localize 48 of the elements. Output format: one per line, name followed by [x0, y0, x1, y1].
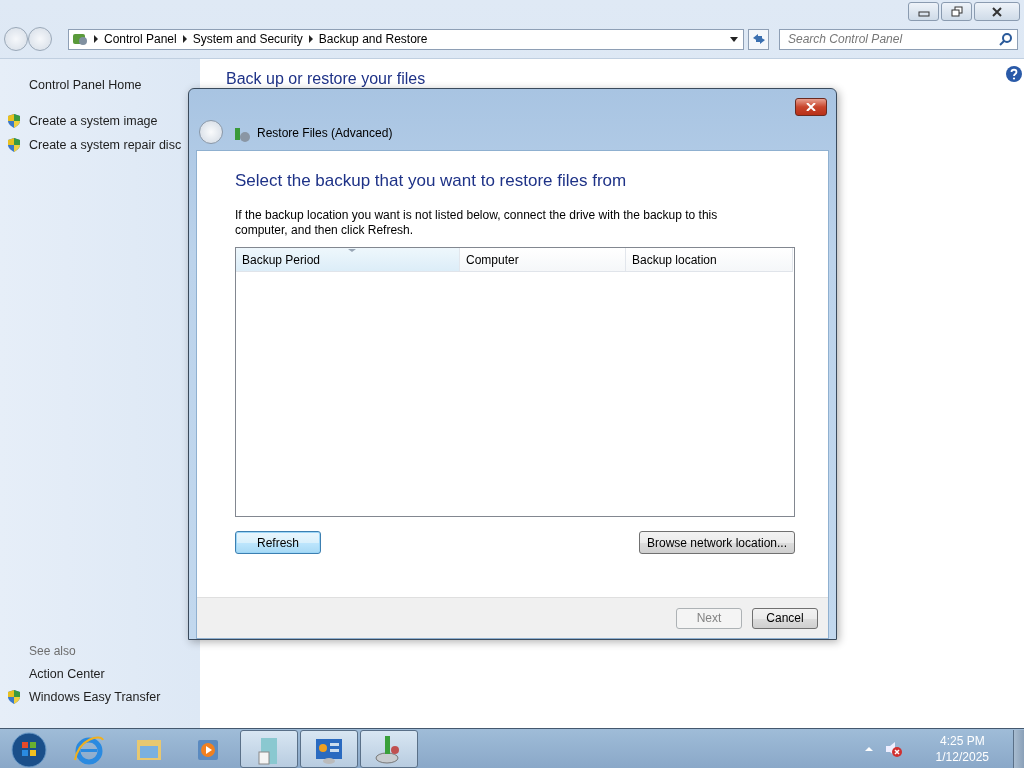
- sidebar-link[interactable]: Create a system repair disc: [29, 138, 182, 152]
- time-text: 4:25 PM: [939, 732, 985, 749]
- sidebar-link[interactable]: Action Center: [29, 666, 105, 681]
- close-icon: [806, 103, 816, 111]
- column-header[interactable]: Computer: [460, 248, 626, 271]
- breadcrumb-arrow-icon[interactable]: [94, 35, 98, 43]
- refresh-icon: [751, 33, 766, 45]
- page-heading: Back up or restore your files: [226, 70, 426, 88]
- restore-icon: [950, 6, 963, 17]
- column-header[interactable]: Backup Period: [236, 248, 460, 271]
- close-button[interactable]: [795, 98, 827, 116]
- close-button[interactable]: [974, 2, 1020, 21]
- breadcrumb-item[interactable]: Control Panel: [104, 32, 177, 46]
- shield-icon: [7, 688, 21, 705]
- shield-icon: [7, 113, 21, 129]
- close-icon: [991, 6, 1003, 17]
- restore-button[interactable]: [941, 2, 972, 21]
- search-icon[interactable]: [999, 32, 1012, 46]
- minimize-button[interactable]: [908, 2, 939, 21]
- refresh-button[interactable]: [748, 28, 769, 50]
- dropdown-icon[interactable]: [730, 36, 738, 42]
- sidebar-link[interactable]: Control Panel Home: [29, 78, 142, 92]
- dialog-heading: Select the backup that you want to restore files from: [235, 171, 628, 191]
- breadcrumb-item[interactable]: System and Security: [192, 32, 303, 46]
- address-bar[interactable]: Control Panel System and Security Backup and Restore: [68, 28, 744, 50]
- dialog-title: Restore Files (Advanced): [257, 125, 393, 142]
- shield-icon: [7, 137, 21, 153]
- show-desktop-button[interactable]: [1013, 729, 1024, 768]
- start-button[interactable]: [9, 729, 49, 768]
- sidebar-link[interactable]: Create a system image: [29, 114, 158, 128]
- help-icon[interactable]: [1005, 65, 1023, 83]
- section-label: See also: [28, 643, 77, 660]
- column-header[interactable]: Backup location: [626, 248, 793, 271]
- breadcrumb-arrow-icon[interactable]: [182, 35, 187, 43]
- search-field[interactable]: Search Control Panel: [779, 28, 1018, 50]
- date-text: 1/12/2025: [935, 748, 989, 765]
- browse-button[interactable]: Browse network location...: [639, 531, 795, 554]
- breadcrumb-arrow-icon[interactable]: [308, 35, 313, 43]
- backup-icon: [233, 126, 251, 144]
- refresh-button[interactable]: Refresh: [235, 531, 321, 554]
- sidebar-link[interactable]: Windows Easy Transfer: [29, 689, 161, 704]
- instruction-text: If the backup location you want is not listed below, connect the drive with the backup to this computer, and then click Refresh.: [235, 208, 719, 238]
- muted-speaker-icon[interactable]: [883, 739, 902, 758]
- breadcrumb-item[interactable]: Backup and Restore: [318, 32, 428, 46]
- back-button[interactable]: [199, 120, 223, 144]
- control-panel-icon: [72, 31, 88, 47]
- backup-list[interactable]: Backup Period Computer Backup location: [235, 247, 795, 517]
- cancel-button[interactable]: Cancel: [752, 607, 818, 629]
